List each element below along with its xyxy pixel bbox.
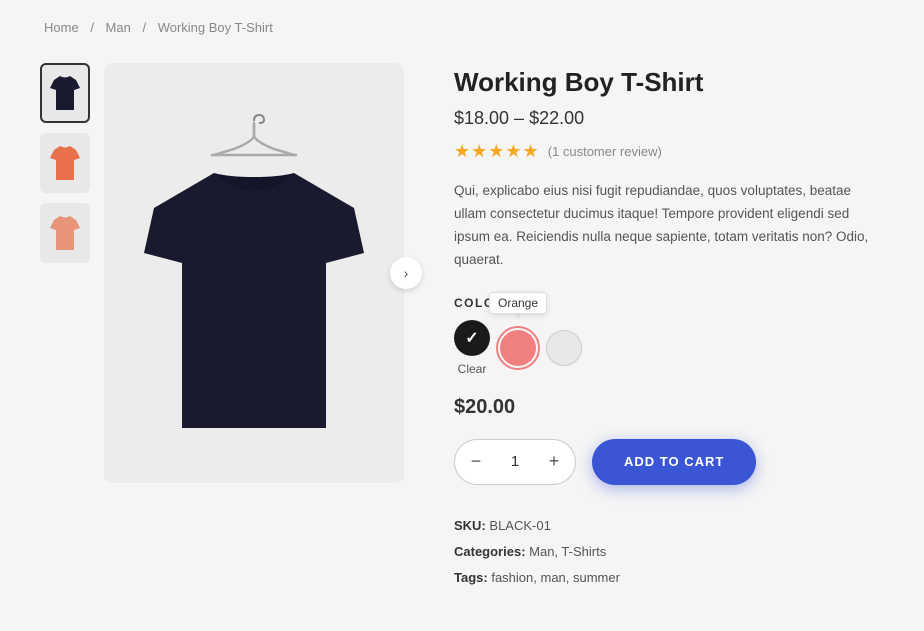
quantity-value: 1	[497, 453, 533, 470]
right-panel: Working Boy T-Shirt $18.00 – $22.00 ★★★★…	[454, 63, 884, 591]
clear-label: Clear	[458, 362, 487, 376]
sku-value-text: BLACK-01	[489, 518, 550, 533]
price-range: $18.00 – $22.00	[454, 108, 884, 129]
color-swatch-black[interactable]	[454, 320, 490, 356]
sku-label: SKU:	[454, 518, 486, 533]
color-swatch-orange[interactable]: Orange	[500, 330, 536, 366]
categories-value-text[interactable]: Man, T-Shirts	[529, 544, 606, 559]
quantity-control: − 1 +	[454, 439, 576, 485]
stars-row: ★★★★★ (1 customer review)	[454, 141, 884, 162]
breadcrumb-man[interactable]: Man	[106, 20, 131, 35]
star-rating: ★★★★★	[454, 141, 540, 162]
review-count[interactable]: (1 customer review)	[548, 144, 662, 159]
breadcrumb-product: Working Boy T-Shirt	[158, 20, 273, 35]
swatch-wrapper-black: Clear	[454, 320, 490, 376]
breadcrumb: Home / Man / Working Boy T-Shirt	[40, 20, 884, 35]
color-label: COLOR	[454, 296, 884, 310]
thumbnail-2[interactable]	[40, 133, 90, 193]
breadcrumb-home[interactable]: Home	[44, 20, 79, 35]
swatch-wrapper-orange: Orange	[500, 330, 536, 366]
next-image-arrow[interactable]: ›	[390, 257, 422, 289]
thumbnails	[40, 63, 90, 483]
page-wrapper: Home / Man / Working Boy T-Shirt	[0, 0, 924, 631]
add-to-cart-button[interactable]: ADD TO CART	[592, 439, 756, 485]
product-description: Qui, explicabo eius nisi fugit repudiand…	[454, 180, 874, 272]
tshirt-image	[144, 163, 364, 433]
tags-value-text[interactable]: fashion, man, summer	[491, 570, 620, 585]
selected-price: $20.00	[454, 396, 884, 419]
tags-row: Tags: fashion, man, summer	[454, 565, 884, 591]
swatch-wrapper-white	[546, 330, 582, 366]
product-title: Working Boy T-Shirt	[454, 67, 884, 98]
color-section: COLOR Clear Orange	[454, 296, 884, 376]
color-swatch-white[interactable]	[546, 330, 582, 366]
categories-label: Categories:	[454, 544, 526, 559]
meta-info: SKU: BLACK-01 Categories: Man, T-Shirts …	[454, 513, 884, 591]
color-options: Clear Orange	[454, 320, 884, 376]
main-image: ›	[104, 63, 404, 483]
quantity-increase-button[interactable]: +	[533, 439, 575, 485]
add-to-cart-row: − 1 + ADD TO CART	[454, 439, 884, 485]
thumbnail-1[interactable]	[40, 63, 90, 123]
main-content: › Working Boy T-Shirt $18.00 – $22.00 ★★…	[40, 63, 884, 591]
tags-label: Tags:	[454, 570, 488, 585]
quantity-decrease-button[interactable]: −	[455, 439, 497, 485]
thumbnail-3[interactable]	[40, 203, 90, 263]
left-panel: ›	[40, 63, 404, 483]
categories-row: Categories: Man, T-Shirts	[454, 539, 884, 565]
sku-row: SKU: BLACK-01	[454, 513, 884, 539]
